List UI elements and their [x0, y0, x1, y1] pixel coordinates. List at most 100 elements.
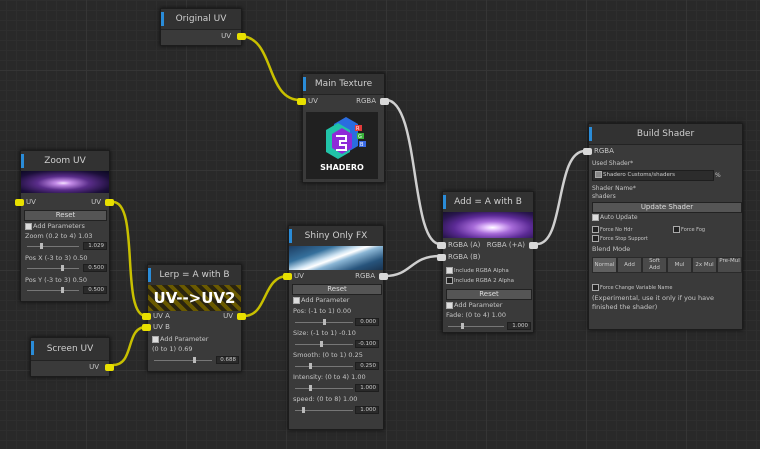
- output-port-rgba[interactable]: [379, 273, 388, 280]
- param-value[interactable]: 1.000: [355, 384, 379, 392]
- param-slider[interactable]: [27, 287, 79, 293]
- node-shiny-only-fx[interactable]: Shiny Only FX UV RGBA Reset Add Paramete…: [283, 225, 388, 430]
- param-slider[interactable]: [27, 243, 79, 249]
- slider-thumb[interactable]: [309, 385, 312, 391]
- input-port-uv[interactable]: [283, 273, 292, 280]
- param-value[interactable]: 1.000: [507, 322, 531, 330]
- slider-thumb[interactable]: [61, 287, 64, 293]
- param-value[interactable]: 0.500: [83, 264, 107, 272]
- node-title: Zoom UV: [21, 151, 109, 172]
- node-build-shader[interactable]: Build Shader RGBA Used Shader* Shadero C…: [583, 123, 743, 330]
- param-label: Intensity: (0 to 4) 1.00: [293, 373, 366, 381]
- reset-button[interactable]: Reset: [24, 210, 107, 221]
- node-main-texture[interactable]: Main Texture UV RGBA R G B SHADERO: [297, 73, 389, 183]
- input-port-label: UV: [294, 272, 304, 280]
- slider-thumb[interactable]: [61, 265, 64, 271]
- output-port-label: UV: [223, 312, 233, 320]
- param-slider[interactable]: [27, 265, 79, 271]
- node-zoom-uv[interactable]: Zoom UV UV UV Reset Add Parameters Zoom …: [15, 150, 114, 302]
- force-change-variable-name-checkbox[interactable]: Force Change Variable Name: [592, 284, 672, 291]
- auto-update-label: Auto Update: [600, 214, 638, 221]
- param-value[interactable]: 1.029: [83, 242, 107, 250]
- output-port-uv[interactable]: [105, 364, 114, 371]
- include-rgba-alpha-checkbox[interactable]: Include RGBA Alpha: [446, 267, 509, 274]
- param-value[interactable]: -0.100: [355, 340, 379, 348]
- include-rgba2-alpha-checkbox[interactable]: Include RGBA 2 Alpha: [446, 277, 514, 284]
- output-port-rgba[interactable]: [380, 98, 389, 105]
- output-port-label: RGBA: [355, 272, 375, 280]
- include-rgba2-alpha-label: Include RGBA 2 Alpha: [454, 278, 515, 284]
- slider-thumb[interactable]: [302, 407, 305, 413]
- node-title: Original UV: [161, 9, 241, 30]
- param-label: speed: (0 to 8) 1.00: [293, 395, 358, 403]
- param-label: Pos: (-1 to 1) 0.00: [293, 307, 352, 315]
- logo-text: SHADERO: [320, 163, 364, 172]
- add-parameter-label: Add Parameter: [454, 301, 503, 309]
- add-parameter-checkbox[interactable]: Add Parameter: [152, 335, 208, 343]
- force-fog-checkbox[interactable]: Force Fog: [673, 226, 705, 233]
- output-port-uv[interactable]: [237, 313, 246, 320]
- input-port-label: UV B: [153, 323, 170, 331]
- input-port-uv-b[interactable]: [142, 324, 151, 331]
- auto-update-checkbox[interactable]: Auto Update: [592, 214, 638, 221]
- slider-thumb[interactable]: [320, 341, 323, 347]
- param-slider[interactable]: [295, 407, 353, 413]
- blend-tab-pre-mul[interactable]: Pre-Mul: [717, 257, 742, 273]
- node-lerp[interactable]: Lerp = A with B UV-->UV2 UV A UV UV B Ad…: [142, 264, 246, 372]
- node-original-uv[interactable]: Original UV UV: [160, 8, 246, 46]
- shader-name-field[interactable]: shaders: [592, 193, 616, 200]
- param-label: Zoom (0.2 to 4) 1.03: [25, 232, 93, 240]
- input-port-rgba-b[interactable]: [437, 254, 446, 261]
- param-label: (0 to 1) 0.69: [152, 345, 193, 353]
- param-slider[interactable]: [295, 319, 353, 325]
- add-parameter-checkbox[interactable]: Add Parameter: [293, 296, 349, 304]
- param-slider[interactable]: [448, 323, 504, 329]
- slider-thumb[interactable]: [309, 363, 312, 369]
- param-slider[interactable]: [295, 385, 353, 391]
- texture-preview[interactable]: R G B SHADERO: [306, 112, 378, 179]
- input-port-uv[interactable]: [297, 98, 306, 105]
- output-port-rgba[interactable]: [529, 242, 538, 249]
- output-port-label: RGBA: [356, 97, 376, 105]
- node-add[interactable]: Add = A with B RGBA (A) RGBA (+A) RGBA (…: [437, 191, 538, 333]
- param-slider[interactable]: [295, 341, 353, 347]
- input-port-rgba[interactable]: [583, 148, 592, 155]
- blend-tab-normal[interactable]: Normal: [592, 257, 617, 273]
- blend-tab-soft-add[interactable]: Soft Add: [642, 257, 667, 273]
- used-shader-field[interactable]: Shadero Customs/shaders: [592, 170, 714, 181]
- blend-tab-add[interactable]: Add: [617, 257, 642, 273]
- input-port-uv[interactable]: [15, 199, 24, 206]
- slider-thumb[interactable]: [40, 243, 43, 249]
- input-port-rgba-a[interactable]: [437, 242, 446, 249]
- force-no-hdr-checkbox[interactable]: Force No Hdr: [592, 226, 633, 233]
- update-shader-button[interactable]: Update Shader: [592, 202, 742, 213]
- reset-button[interactable]: Reset: [292, 284, 382, 295]
- param-slider[interactable]: [154, 357, 212, 363]
- logo-letter-r: R: [356, 126, 360, 132]
- reset-button[interactable]: Reset: [446, 289, 532, 300]
- node-screen-uv[interactable]: Screen UV UV: [30, 337, 114, 377]
- param-value[interactable]: 0.688: [216, 356, 239, 364]
- wire-maintexture-add-a: [385, 98, 441, 246]
- param-value[interactable]: 0.250: [355, 362, 379, 370]
- wire-shiny-add-b: [384, 254, 441, 278]
- slider-thumb[interactable]: [323, 319, 326, 325]
- output-port-uv[interactable]: [237, 33, 246, 40]
- add-parameter-checkbox[interactable]: Add Parameter: [446, 301, 502, 309]
- blend-mode-label: Blend Mode: [592, 245, 631, 253]
- param-slider[interactable]: [295, 363, 353, 369]
- slider-thumb[interactable]: [461, 323, 464, 329]
- used-shader-label: Used Shader*: [592, 160, 634, 167]
- param-value[interactable]: 1.000: [355, 406, 379, 414]
- input-port-uv-a[interactable]: [142, 313, 151, 320]
- output-port-uv[interactable]: [105, 199, 114, 206]
- texture-preview: [21, 171, 109, 193]
- param-value[interactable]: 0.000: [355, 318, 379, 326]
- blend-tab-2x-mul[interactable]: 2x Mul: [692, 257, 717, 273]
- slider-thumb[interactable]: [193, 357, 196, 363]
- force-stop-support-checkbox[interactable]: Force Stop Support: [592, 235, 648, 242]
- add-parameters-checkbox[interactable]: Add Parameters: [25, 222, 85, 230]
- blend-tab-mul[interactable]: Mul: [667, 257, 692, 273]
- percent-button[interactable]: %: [715, 172, 721, 179]
- param-value[interactable]: 0.500: [83, 286, 107, 294]
